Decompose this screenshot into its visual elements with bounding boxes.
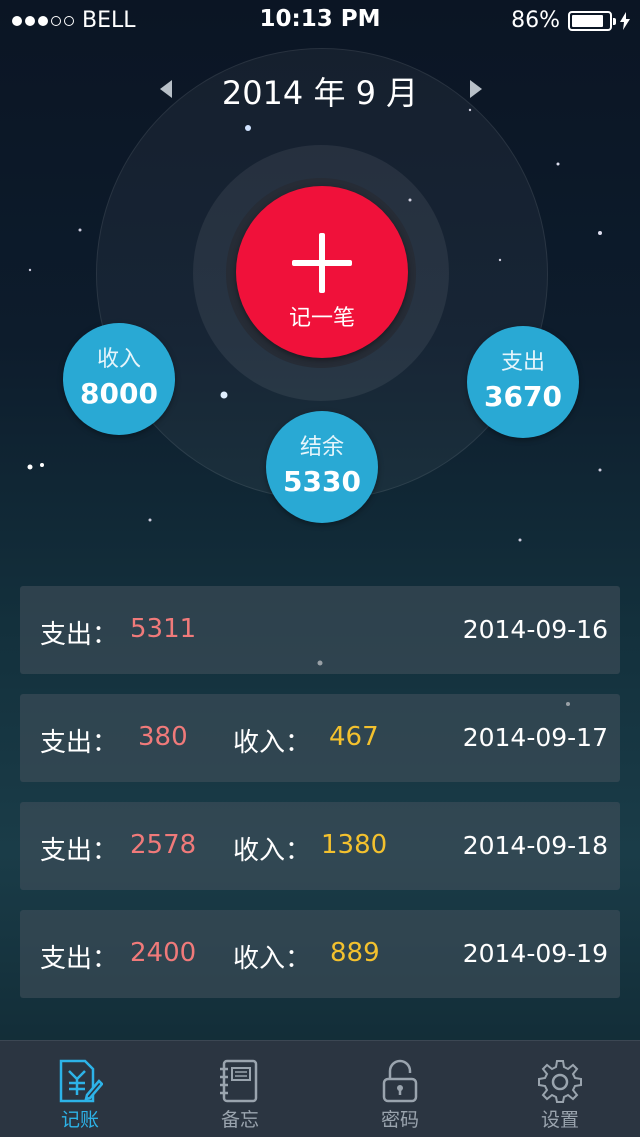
add-record-button[interactable]: 记一笔 [236, 186, 408, 358]
balance-summary-bubble[interactable]: 结余 5330 [266, 411, 378, 523]
expense-value: 2400 [130, 938, 197, 968]
add-record-label: 记一笔 [288, 306, 355, 331]
tab-password-label: 密码 [380, 1109, 419, 1131]
expense-value: 380 [138, 722, 188, 752]
tab-password[interactable]: 密码 [320, 1041, 480, 1137]
notebook-icon [220, 1059, 258, 1103]
record-date: 2014-09-19 [462, 939, 608, 968]
tab-ledger-label: 记账 [60, 1109, 99, 1131]
next-month-arrow-icon[interactable] [470, 80, 482, 98]
lock-icon [382, 1059, 418, 1103]
record-date: 2014-09-18 [462, 831, 608, 860]
expense-summary-label: 支出 [500, 350, 545, 375]
expense-label: 支出： [40, 728, 119, 758]
income-summary-label: 收入 [96, 347, 141, 372]
income-label: 收入： [233, 944, 312, 974]
tab-ledger[interactable]: 记账 [0, 1041, 160, 1137]
expense-label: 支出： [40, 944, 119, 974]
record-date: 2014-09-16 [462, 615, 608, 644]
income-value: 1380 [321, 830, 388, 860]
income-label: 收入： [233, 728, 312, 758]
balance-summary-label: 结余 [299, 435, 344, 460]
tab-memo-label: 备忘 [220, 1109, 259, 1131]
status-bar: BELL 10:13 PM 86% [0, 0, 640, 40]
record-row[interactable]: 支出： 2400 收入： 889 2014-09-19 [20, 910, 620, 998]
expense-summary-bubble[interactable]: 支出 3670 [467, 326, 579, 438]
battery-percent: 86% [511, 8, 560, 33]
battery-icon [568, 10, 616, 31]
gear-icon [538, 1060, 582, 1103]
charging-bolt-icon [620, 11, 630, 30]
tab-memo[interactable]: 备忘 [160, 1041, 320, 1137]
battery-info: 86% [511, 8, 630, 33]
record-row[interactable]: 支出： 5311 2014-09-16 [20, 586, 620, 674]
tab-settings-label: 设置 [540, 1109, 579, 1131]
record-date: 2014-09-17 [462, 723, 608, 752]
expense-label: 支出： [40, 620, 119, 650]
income-summary-value: 8000 [80, 377, 158, 410]
balance-summary-value: 5330 [283, 465, 361, 498]
expense-label: 支出： [40, 836, 119, 866]
record-row[interactable]: 支出： 2578 收入： 1380 2014-09-18 [20, 802, 620, 890]
record-row[interactable]: 支出： 380 收入： 467 2014-09-17 [20, 694, 620, 782]
income-label: 收入： [233, 836, 312, 866]
ledger-icon [59, 1059, 103, 1103]
income-summary-bubble[interactable]: 收入 8000 [63, 323, 175, 435]
tab-bar: 记账 备忘 密码 设置 [0, 1040, 640, 1137]
tab-settings[interactable]: 设置 [480, 1041, 640, 1137]
income-value: 889 [330, 938, 380, 968]
expense-value: 5311 [130, 614, 197, 644]
income-value: 467 [329, 722, 379, 752]
expense-value: 2578 [130, 830, 197, 860]
expense-summary-value: 3670 [484, 380, 562, 413]
